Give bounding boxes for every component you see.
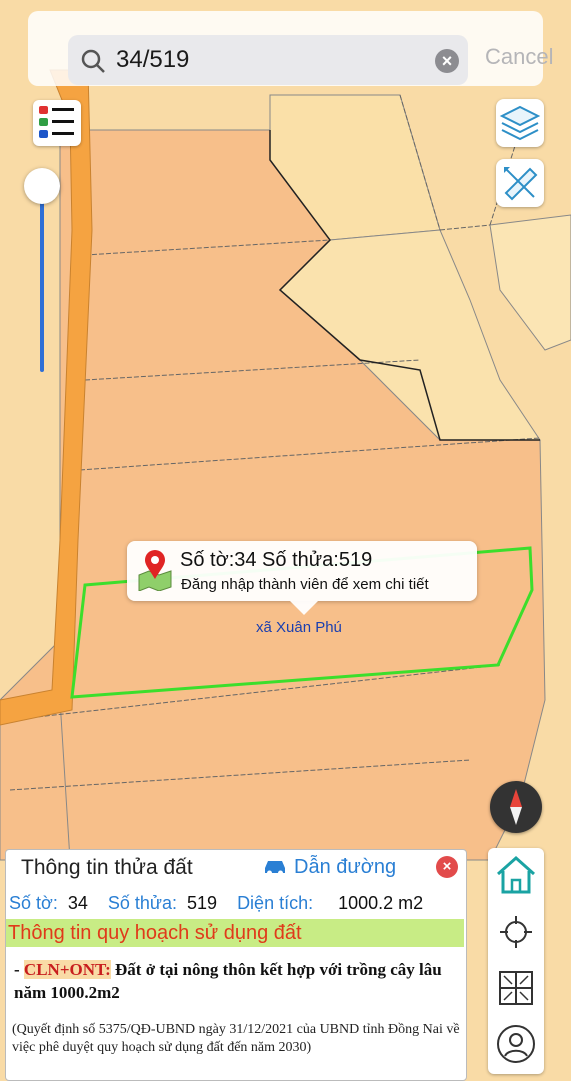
close-panel-icon[interactable]: × — [436, 856, 458, 878]
search-field[interactable]: 34/519 × — [68, 35, 468, 85]
decision-note: (Quyết định số 5375/QĐ-UBND ngày 31/12/2… — [12, 1022, 460, 1055]
opacity-slider-track[interactable] — [40, 186, 44, 372]
crosshair-icon[interactable] — [492, 908, 540, 956]
plan-prefix: - — [14, 960, 24, 979]
search-bar: 34/519 × Cancel — [28, 11, 553, 86]
parcel-info-panel: Thông tin thửa đất Dẫn đường × Số tờ: 34… — [5, 849, 467, 1081]
home-icon[interactable] — [492, 850, 540, 898]
legend-button[interactable] — [33, 100, 81, 146]
sheet-value: 34 — [67, 893, 88, 913]
measure-button[interactable] — [496, 159, 544, 207]
search-input[interactable]: 34/519 — [116, 46, 189, 74]
planning-header: Thông tin quy hoạch sử dụng đất — [6, 919, 464, 947]
parcel-popup[interactable]: Số tờ:34 Số thửa:519 Đăng nhập thành viê… — [127, 541, 477, 615]
clear-icon[interactable]: × — [435, 49, 459, 73]
login-hint[interactable]: Đăng nhập thành viên để xem chi tiết — [181, 576, 429, 593]
map-tools-panel — [488, 848, 544, 1074]
planning-detail: - CLN+ONT: Đất ở tại nông thôn kết hợp v… — [14, 958, 454, 1004]
directions-button[interactable]: Dẫn đường — [262, 856, 396, 879]
parcel-grid-icon[interactable] — [492, 964, 540, 1012]
parcel-title: Số tờ:34 Số thửa:519 — [180, 549, 373, 571]
profile-icon[interactable] — [492, 1020, 540, 1068]
car-icon — [265, 861, 285, 876]
area-value: 1000.2 m2 — [338, 893, 424, 913]
cancel-button[interactable]: Cancel — [485, 44, 553, 70]
area-label: Diện tích: — [237, 893, 314, 913]
plan-code: CLN+ONT: — [23, 960, 111, 979]
legend-icon — [39, 106, 74, 138]
map-pin-icon — [138, 550, 172, 591]
commune-label: xã Xuân Phú — [256, 619, 342, 636]
parcel-summary-row: Số tờ: 34 Số thửa: 519 Diện tích: 1000.2… — [9, 893, 423, 914]
layers-icon — [499, 105, 541, 141]
sheet-label: Số tờ: — [9, 893, 58, 913]
compass-button[interactable] — [490, 781, 542, 833]
parcel-label: Số thửa: — [107, 893, 177, 913]
parcel-value: 519 — [187, 893, 218, 913]
ruler-icon — [504, 167, 538, 201]
opacity-slider-handle[interactable] — [24, 168, 60, 204]
compass-icon — [510, 789, 522, 825]
search-icon — [81, 49, 105, 73]
land-parcel — [0, 699, 71, 861]
panel-title: Thông tin thửa đất — [21, 856, 193, 879]
directions-label: Dẫn đường — [294, 856, 397, 878]
layers-button[interactable] — [496, 99, 544, 147]
